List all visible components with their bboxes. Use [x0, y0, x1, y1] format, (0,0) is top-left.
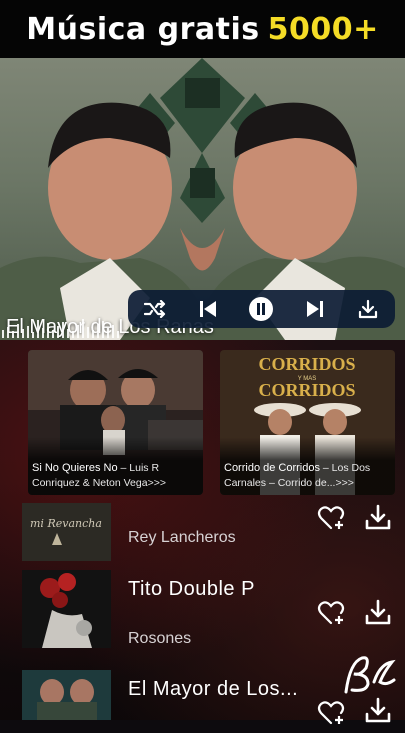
signature-watermark — [344, 656, 396, 694]
favorite-add-icon[interactable] — [317, 598, 347, 628]
cover-text-top: CORRIDOS — [258, 354, 355, 374]
download-icon[interactable] — [364, 598, 394, 628]
next-icon[interactable] — [300, 294, 330, 324]
download-icon[interactable] — [364, 503, 394, 533]
track-title: El Mayor de Los... — [128, 678, 299, 700]
featured-title: Si No Quieres No — [32, 462, 118, 474]
banner-title: Música gratis — [26, 11, 260, 47]
cover-text-bottom: CORRIDOS — [258, 380, 355, 400]
app-banner: Música gratis 5000+ — [0, 0, 405, 58]
shuffle-icon[interactable] — [140, 294, 170, 324]
track-thumbnail — [22, 570, 111, 648]
favorite-add-icon[interactable] — [317, 503, 347, 533]
download-icon[interactable] — [353, 294, 383, 324]
featured-card[interactable]: CORRIDOS Y MAS CORRIDOS Corrido de Corri… — [220, 350, 395, 495]
download-icon[interactable] — [364, 696, 394, 726]
favorite-add-icon[interactable] — [317, 698, 347, 728]
list-item[interactable]: mi Revancha Rey Lancheros — [0, 503, 405, 563]
previous-icon[interactable] — [193, 294, 223, 324]
featured-card[interactable]: Si No Quieres No – Luis R Conriquez & Ne… — [28, 350, 203, 495]
player-controls — [128, 290, 395, 328]
banner-count: 5000+ — [267, 11, 379, 47]
track-artist: Rey Lancheros — [128, 529, 236, 546]
track-title: Tito Double P — [128, 578, 255, 600]
featured-caption: Corrido de Corridos – Los Dos Carnales –… — [220, 437, 395, 495]
track-artist: Rosones — [128, 630, 192, 647]
track-thumbnail: mi Revancha — [22, 503, 111, 561]
featured-title: Corrido de Corridos — [224, 462, 320, 474]
list-item[interactable]: Tito Double P Rosones — [0, 570, 405, 650]
pause-icon[interactable] — [246, 294, 276, 324]
track-thumbnail — [22, 670, 111, 720]
featured-caption: Si No Quieres No – Luis R Conriquez & Ne… — [28, 437, 203, 495]
cover-text: mi Revancha — [30, 517, 102, 530]
